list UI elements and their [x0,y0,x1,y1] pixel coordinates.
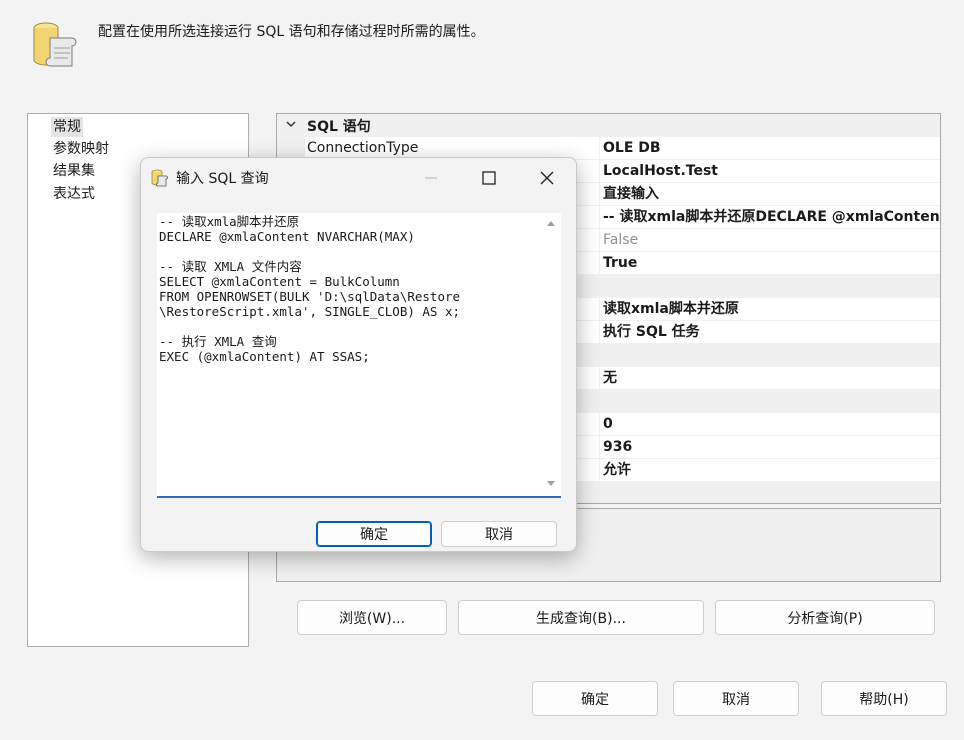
category-label: SQL 语句 [307,119,371,135]
dialog-cancel-button[interactable]: 取消 [441,521,557,547]
sql-editor[interactable]: -- 读取xmla脚本并还原 DECLARE @xmlaContent NVAR… [157,213,561,498]
dialog-title: 输入 SQL 查询 [176,171,269,187]
scroll-down-icon[interactable] [546,480,556,488]
property-value[interactable]: OLE DB [600,137,940,159]
property-value[interactable]: 读取xmla脚本并还原 [600,298,940,320]
property-value[interactable]: 允许 [600,459,940,481]
property-value[interactable]: -- 读取xmla脚本并还原DECLARE @xmlaConten [600,206,940,228]
page-description: 配置在使用所选连接运行 SQL 语句和存储过程时所需的属性。 [98,24,485,40]
property-value[interactable]: 0 [600,413,940,435]
maximize-icon[interactable] [479,168,499,188]
sql-query-dialog: 输入 SQL 查询 -- 读取xmla脚本并还原 DECLARE @xmlaCo… [140,157,577,552]
cancel-button[interactable]: 取消 [673,681,799,716]
property-value[interactable]: LocalHost.Test [600,160,940,182]
ok-button[interactable]: 确定 [532,681,658,716]
property-value[interactable]: True [600,252,940,274]
database-scroll-icon [151,169,168,187]
help-button[interactable]: 帮助(H) [821,681,947,716]
sql-text[interactable]: -- 读取xmla脚本并还原 DECLARE @xmlaContent NVAR… [159,214,539,492]
dialog-ok-button[interactable]: 确定 [316,521,432,547]
property-value[interactable]: 936 [600,436,940,458]
build-query-button[interactable]: 生成查询(B)... [458,600,704,635]
nav-item-result-set[interactable]: 结果集 [53,161,95,181]
scroll-up-icon[interactable] [546,219,556,227]
parse-query-button[interactable]: 分析查询(P) [715,600,935,635]
property-value[interactable]: 直接输入 [600,183,940,205]
close-icon[interactable] [537,168,557,188]
minimize-icon[interactable] [421,168,441,188]
browse-button[interactable]: 浏览(W)... [297,600,447,635]
nav-item-expressions[interactable]: 表达式 [53,184,95,204]
property-name: ConnectionType [305,137,599,159]
category-sql-statement[interactable]: SQL 语句 [277,114,940,137]
property-value[interactable]: False [600,229,940,251]
nav-item-general[interactable]: 常规 [51,117,83,137]
property-value[interactable]: 执行 SQL 任务 [600,321,940,343]
chevron-down-icon[interactable] [285,118,297,130]
nav-item-parameter-mapping[interactable]: 参数映射 [53,139,109,159]
database-scroll-icon [33,22,77,67]
property-value[interactable]: 无 [600,367,940,389]
